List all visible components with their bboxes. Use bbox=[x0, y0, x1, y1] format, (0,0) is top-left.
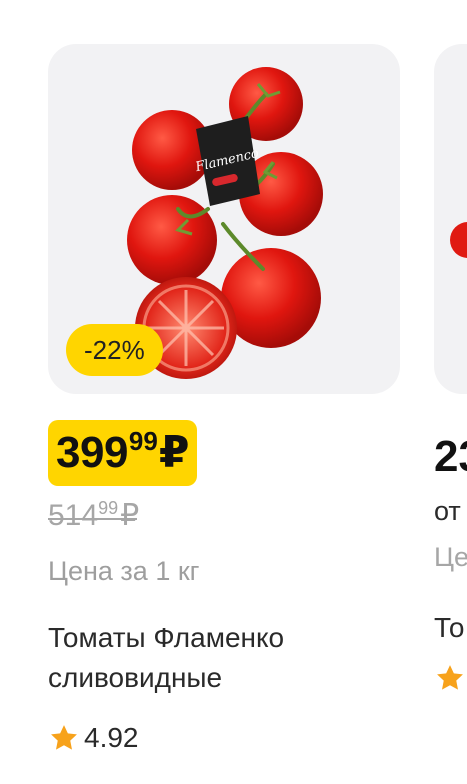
old-price-integer: 514 bbox=[48, 499, 99, 532]
next-product-from: от bbox=[434, 496, 461, 526]
product-image[interactable]: Flamenco -22% bbox=[48, 44, 400, 394]
current-price: 399 99 ₽ bbox=[48, 420, 198, 486]
star-icon bbox=[51, 725, 77, 750]
discount-badge: -22% bbox=[66, 324, 163, 376]
old-price: 514 99 ₽ bbox=[48, 496, 139, 536]
next-product-unit-note: Це bbox=[434, 542, 467, 572]
old-currency-symbol: ₽ bbox=[120, 499, 140, 532]
price-fraction: 99 bbox=[128, 426, 158, 456]
rating-value: 4.92 bbox=[84, 722, 139, 753]
tomato-image-icon bbox=[450, 222, 467, 258]
product-title[interactable]: Томаты Фламенко сливовидные bbox=[48, 618, 400, 698]
next-product-price: 23 bbox=[434, 432, 467, 481]
next-product-title[interactable]: То bbox=[434, 612, 465, 644]
strikethrough-line bbox=[48, 518, 138, 520]
old-price-fraction: 99 bbox=[98, 498, 119, 518]
star-icon bbox=[437, 665, 463, 690]
currency-symbol: ₽ bbox=[158, 428, 190, 477]
unit-price-note: Цена за 1 кг bbox=[48, 556, 200, 586]
price-integer: 399 bbox=[56, 428, 128, 477]
product-rating: 4.92 bbox=[48, 720, 139, 756]
next-product-card[interactable]: 23 от Це То bbox=[434, 44, 467, 764]
next-product-image[interactable] bbox=[434, 44, 467, 394]
